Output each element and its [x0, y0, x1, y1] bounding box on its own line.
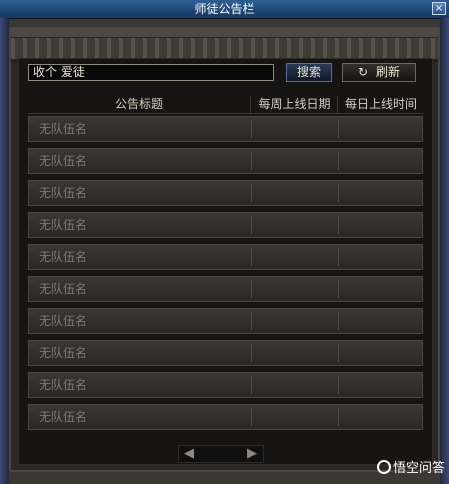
column-divider	[338, 408, 339, 426]
table-row[interactable]: 无队伍名	[28, 180, 423, 206]
row-title: 无队伍名	[39, 378, 88, 392]
header-daily-online-time[interactable]: 每日上线时间	[337, 96, 424, 113]
row-title: 无队伍名	[39, 314, 88, 328]
column-divider	[251, 280, 252, 298]
column-divider	[251, 184, 252, 202]
row-title: 无队伍名	[39, 282, 88, 296]
column-divider	[251, 152, 252, 170]
header-weekly-online-days[interactable]: 每周上线日期	[250, 96, 338, 113]
column-divider	[338, 312, 339, 330]
header-title[interactable]: 公告标题	[28, 96, 250, 113]
refresh-label: 刷新	[376, 65, 401, 79]
prev-page-icon[interactable]: ◀	[184, 446, 194, 462]
table-row[interactable]: 无队伍名	[28, 404, 423, 430]
table-row[interactable]: 无队伍名	[28, 276, 423, 302]
row-title: 无队伍名	[39, 186, 88, 200]
column-divider	[338, 216, 339, 234]
column-divider	[251, 344, 252, 362]
row-title: 无队伍名	[39, 410, 88, 424]
table-row[interactable]: 无队伍名	[28, 244, 423, 270]
column-divider	[338, 248, 339, 266]
column-divider	[338, 280, 339, 298]
table-row[interactable]: 无队伍名	[28, 212, 423, 238]
search-input[interactable]: 收个 爱徒	[28, 64, 274, 81]
table-row[interactable]: 无队伍名	[28, 340, 423, 366]
left-background-strip	[0, 18, 9, 484]
column-divider	[338, 376, 339, 394]
window-title: 师徒公告栏	[194, 2, 255, 16]
row-title: 无队伍名	[39, 154, 88, 168]
refresh-icon: ↻	[357, 65, 369, 79]
table-row[interactable]: 无队伍名	[28, 116, 423, 142]
right-background-strip	[440, 18, 449, 484]
column-divider	[338, 344, 339, 362]
watermark: 悟空问答	[376, 460, 445, 478]
title-bar[interactable]: 师徒公告栏 ×	[0, 0, 449, 19]
close-button[interactable]: ×	[432, 2, 446, 15]
column-divider	[338, 120, 339, 138]
column-divider	[251, 120, 252, 138]
table-header: 公告标题 每周上线日期 每日上线时间	[28, 96, 423, 114]
watermark-text: 悟空问答	[392, 461, 445, 476]
row-title: 无队伍名	[39, 346, 88, 360]
table-row[interactable]: 无队伍名	[28, 308, 423, 334]
row-title: 无队伍名	[39, 218, 88, 232]
master-apprentice-board-window: 师徒公告栏 × 收个 爱徒 搜索 ↻ 刷新 公告标题 每周上线日期 每日上线时间 …	[0, 0, 449, 484]
refresh-button[interactable]: ↻ 刷新	[342, 63, 416, 82]
next-page-icon[interactable]: ▶	[247, 446, 257, 462]
table-row[interactable]: 无队伍名	[28, 372, 423, 398]
column-divider	[251, 408, 252, 426]
pagination: ◀ ▶	[178, 445, 264, 463]
row-title: 无队伍名	[39, 122, 88, 136]
column-divider	[251, 216, 252, 234]
column-divider	[251, 312, 252, 330]
column-divider	[251, 248, 252, 266]
search-button[interactable]: 搜索	[286, 63, 332, 82]
watermark-logo-icon	[376, 460, 391, 474]
row-title: 无队伍名	[39, 250, 88, 264]
column-divider	[338, 152, 339, 170]
column-divider	[251, 376, 252, 394]
roof-cap	[11, 29, 438, 38]
column-divider	[338, 184, 339, 202]
table-row[interactable]: 无队伍名	[28, 148, 423, 174]
